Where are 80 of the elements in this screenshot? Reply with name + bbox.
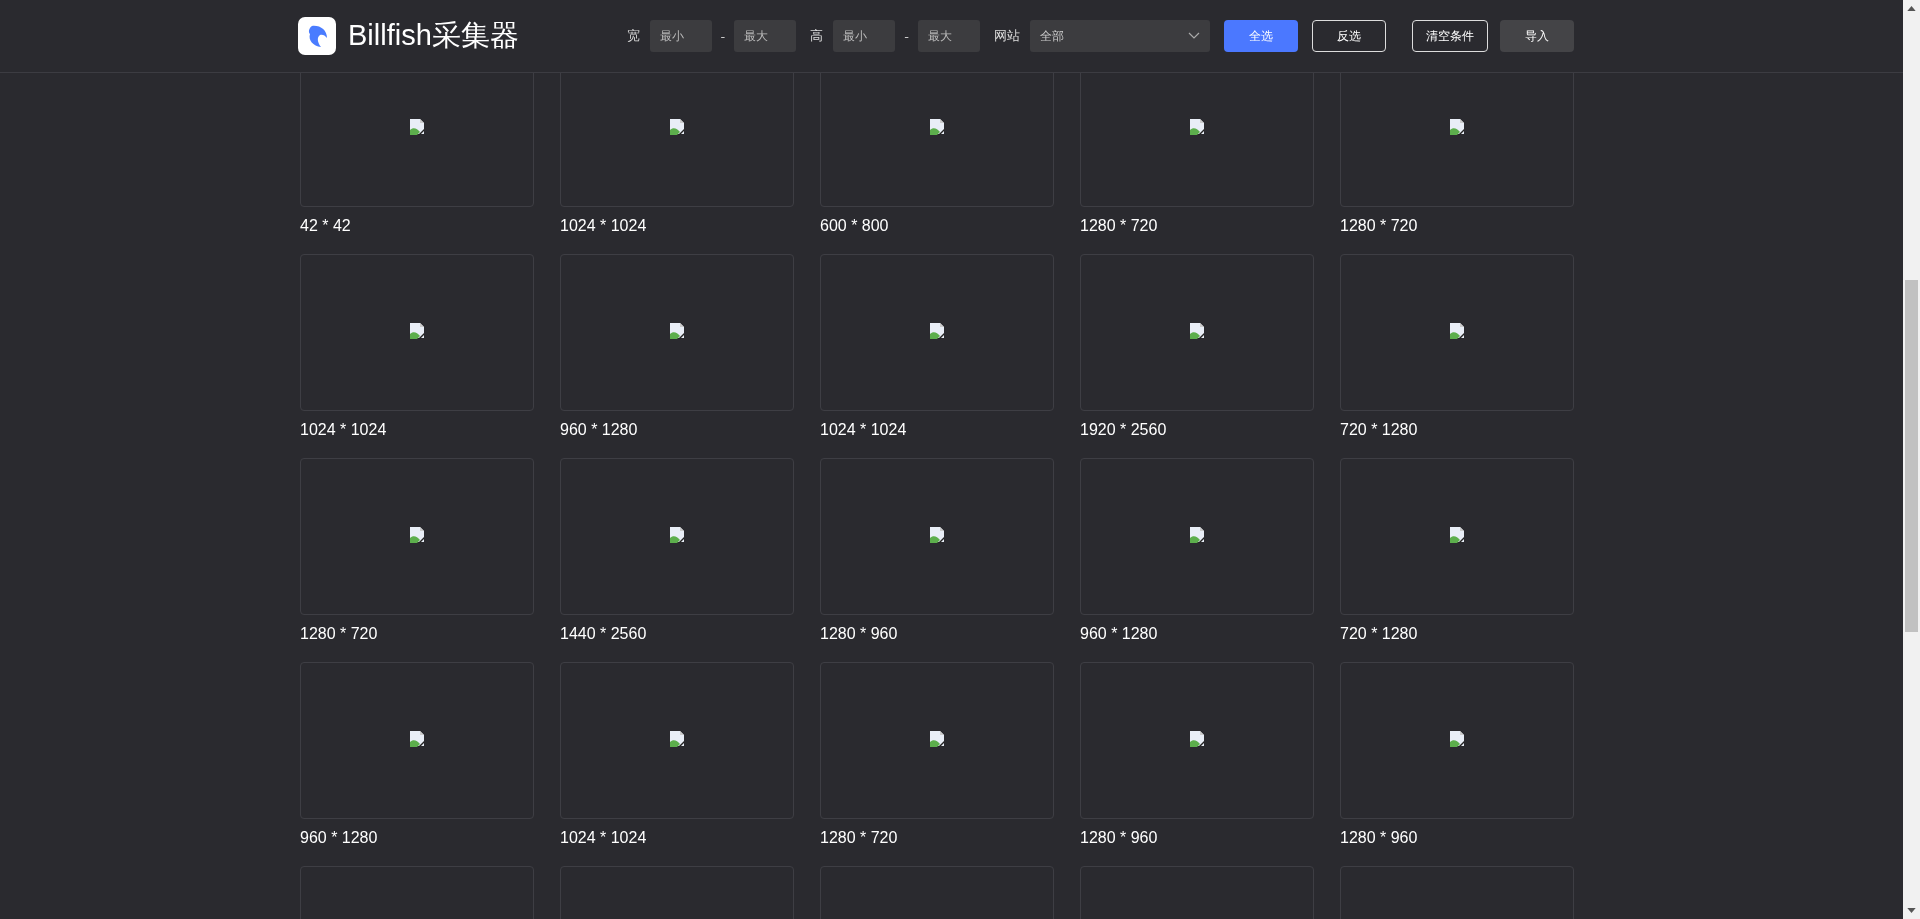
image-dimensions: 1280 * 960 — [1340, 828, 1418, 848]
image-card[interactable] — [560, 458, 794, 615]
image-dimensions: 720 * 1280 — [1340, 420, 1418, 440]
broken-image-icon — [1189, 527, 1205, 543]
broken-image-icon — [409, 731, 425, 747]
min-height-field[interactable]: 最小 — [833, 20, 896, 52]
image-dimensions: 1280 * 960 — [1080, 828, 1158, 848]
broken-image-icon — [929, 119, 945, 135]
image-dimensions: 1920 * 2560 — [1080, 420, 1167, 440]
image-dimensions: 1024 * 1024 — [560, 828, 647, 848]
image-dimensions: 1280 * 720 — [820, 828, 898, 848]
image-dimensions: 960 * 1280 — [1080, 624, 1158, 644]
min-width-field[interactable]: 最小 — [649, 20, 712, 52]
image-dimensions: 1280 * 960 — [820, 624, 898, 644]
broken-image-icon — [929, 323, 945, 339]
broken-image-icon — [929, 527, 945, 543]
image-card[interactable] — [560, 662, 794, 819]
broken-image-icon — [669, 119, 685, 135]
chevron-down-icon — [1188, 32, 1200, 40]
image-card[interactable] — [820, 73, 1054, 207]
broken-image-icon — [1189, 119, 1205, 135]
image-card[interactable] — [1080, 254, 1314, 411]
max-height-field[interactable]: 最大 — [918, 20, 980, 52]
scroll-up-icon[interactable] — [1907, 6, 1916, 11]
action-button[interactable]: 反选 — [1312, 20, 1386, 52]
max-width-field[interactable]: 最大 — [734, 20, 797, 52]
height-label: 高 — [810, 27, 824, 45]
image-card[interactable] — [1080, 662, 1314, 819]
image-card[interactable] — [820, 458, 1054, 615]
image-card[interactable] — [1340, 73, 1574, 207]
app-title: Billfish采集器 — [348, 18, 519, 53]
broken-image-icon — [1449, 323, 1465, 339]
image-dimensions: 1280 * 720 — [300, 624, 378, 644]
action-button[interactable]: 全选 — [1224, 20, 1298, 52]
broken-image-icon — [669, 527, 685, 543]
logo-icon — [298, 17, 336, 55]
scrollbar[interactable] — [1903, 0, 1920, 919]
image-card[interactable] — [560, 73, 794, 207]
broken-image-icon — [1189, 731, 1205, 747]
image-dimensions: 1440 * 2560 — [560, 624, 647, 644]
image-dimensions: 600 * 800 — [820, 216, 889, 236]
broken-image-icon — [929, 731, 945, 747]
scroll-down-icon[interactable] — [1907, 908, 1916, 913]
broken-image-icon — [409, 119, 425, 135]
image-card[interactable] — [560, 254, 794, 411]
image-card[interactable] — [1340, 458, 1574, 615]
image-card[interactable] — [1080, 73, 1314, 207]
image-card[interactable] — [820, 662, 1054, 819]
image-card[interactable] — [300, 458, 534, 615]
image-dimensions: 1280 * 720 — [1080, 216, 1158, 236]
image-card[interactable] — [300, 73, 534, 207]
image-dimensions: 960 * 1280 — [300, 828, 378, 848]
site-label: 网站 — [994, 27, 1020, 45]
action-button[interactable]: 清空条件 — [1412, 20, 1488, 52]
image-card[interactable] — [300, 662, 534, 819]
broken-image-icon — [409, 323, 425, 339]
action-button[interactable]: 导入 — [1500, 20, 1574, 52]
width-label: 宽 — [626, 27, 640, 45]
image-dimensions: 42 * 42 — [300, 216, 351, 236]
image-card[interactable] — [820, 254, 1054, 411]
broken-image-icon — [1449, 731, 1465, 747]
image-card[interactable] — [1080, 458, 1314, 615]
broken-image-icon — [1449, 119, 1465, 135]
broken-image-icon — [669, 323, 685, 339]
range-dash: - — [720, 28, 726, 44]
broken-image-icon — [409, 527, 425, 543]
site-dropdown[interactable]: 全部 — [1030, 20, 1210, 52]
image-card[interactable] — [1340, 662, 1574, 819]
image-dimensions: 1024 * 1024 — [560, 216, 647, 236]
image-dimensions: 960 * 1280 — [560, 420, 638, 440]
range-dash: - — [904, 28, 909, 44]
broken-image-icon — [1189, 323, 1205, 339]
broken-image-icon — [669, 731, 685, 747]
image-dimensions: 1024 * 1024 — [820, 420, 907, 440]
image-card[interactable] — [300, 254, 534, 411]
image-dimensions: 720 * 1280 — [1340, 624, 1418, 644]
image-dimensions: 1280 * 720 — [1340, 216, 1418, 236]
broken-image-icon — [1449, 527, 1465, 543]
image-dimensions: 1024 * 1024 — [300, 420, 387, 440]
image-card[interactable] — [1340, 254, 1574, 411]
